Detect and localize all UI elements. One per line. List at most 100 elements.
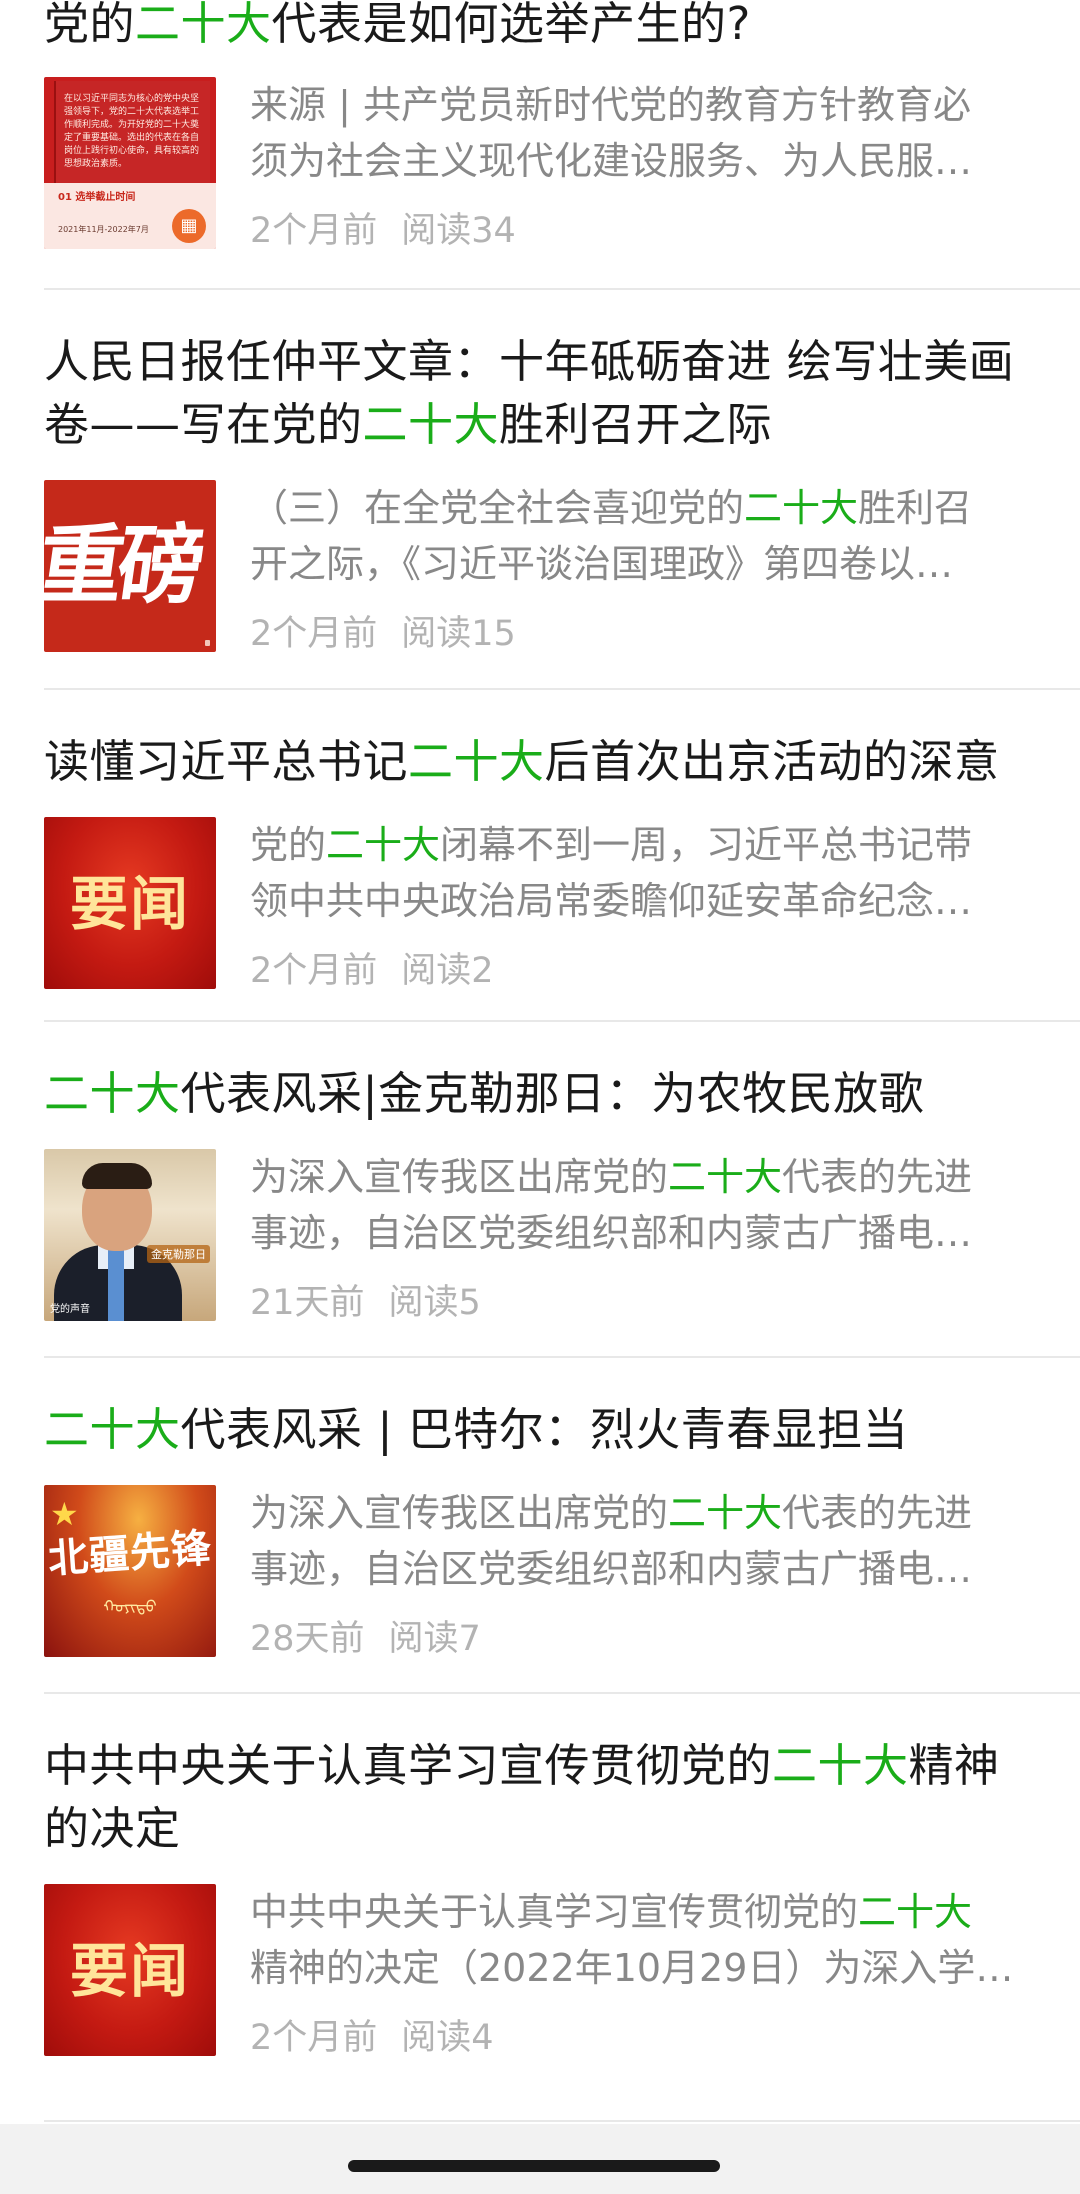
party-emblem-icon: ★ <box>50 1495 79 1533</box>
digest-line: 党的二十大闭幕不到一周，习近平总书记带 <box>250 817 1050 873</box>
article-thumbnail[interactable]: 重磅 <box>44 480 216 652</box>
digest-line: 须为社会主义现代化建设服务、为人民服… <box>250 133 1050 189</box>
article-summary-row: 在以习近平同志为核心的党中央坚强领导下，党的二十大代表选举工作顺利完成。为开好党… <box>44 77 1080 253</box>
article-title[interactable]: 二十大代表风采|金克勒那日：为农牧民放歌 <box>44 1062 1080 1125</box>
digest-line: 中共中央关于认真学习宣传贯彻党的二十大 <box>250 1884 1050 1940</box>
thumbnail-headline: 要闻 <box>69 1937 190 2005</box>
highlighted-keyword: 二十大 <box>668 1155 783 1199</box>
highlighted-keyword: 二十大 <box>858 1890 973 1934</box>
article-digest: （三）在全党全社会喜迎党的二十大胜利召开之际，《习近平谈治国理政》第四卷以… <box>250 480 1050 592</box>
read-count: 阅读7 <box>388 1619 481 1659</box>
article-stats: 21天前 阅读5 <box>250 1281 1050 1325</box>
text-segment: 胜利召开之际 <box>499 398 773 451</box>
article-stats: 2个月前 阅读15 <box>250 612 1050 656</box>
text-segment: 党的 <box>44 0 136 50</box>
article-meta: 中共中央关于认真学习宣传贯彻党的二十大精神的决定（2022年10月29日）为深入… <box>250 1884 1050 2060</box>
article-summary-row: 重磅 （三）在全党全社会喜迎党的二十大胜利召开之际，《习近平谈治国理政》第四卷以…… <box>44 480 1080 656</box>
article-title[interactable]: 读懂习近平总书记二十大后首次出京活动的深意 <box>44 730 1080 793</box>
highlighted-keyword: 二十大 <box>135 0 272 50</box>
thumbnail-headline: 北疆先锋 <box>46 1524 214 1583</box>
thumbnail-body-text: 在以习近平同志为核心的党中央坚强领导下，党的二十大代表选举工作顺利完成。为开好党… <box>64 94 200 169</box>
article-meta: 来源 | 共产党员新时代党的教育方针教育必 须为社会主义现代化建设服务、为人民服…… <box>250 77 1050 253</box>
highlighted-keyword: 二十大 <box>362 398 500 451</box>
read-count: 阅读4 <box>401 2018 494 2058</box>
text-segment: （三）在全党全社会喜迎党的 <box>250 486 745 530</box>
article-digest: 为深入宣传我区出席党的二十大代表的先进事迹，自治区党委组织部和内蒙古广播电… <box>250 1485 1050 1597</box>
article-summary-row: 金克勒那日 党的声音 为深入宣传我区出席党的二十大代表的先进事迹，自治区党委组织部和… <box>44 1149 1080 1325</box>
highlighted-keyword: 二十大 <box>744 486 859 530</box>
article-item[interactable]: 二十大代表风采|金克勒那日：为农牧民放歌 金克勒那日 党的声音 为深入宣传我区出席党的… <box>44 1022 1080 1358</box>
article-title[interactable]: 中共中央关于认真学习宣传贯彻党的二十大精神的决定 <box>44 1734 1080 1860</box>
article-title[interactable]: 党的二十大代表是如何选举产生的? <box>44 0 1080 55</box>
text-segment: 代表风采 | 巴特尔：烈火青春显担当 <box>180 1403 909 1456</box>
read-count: 阅读5 <box>388 1283 481 1323</box>
home-indicator[interactable] <box>348 2160 720 2172</box>
digest-line: （三）在全党全社会喜迎党的二十大胜利召 <box>250 480 1050 536</box>
highlighted-keyword: 二十大 <box>408 735 545 788</box>
text-segment: 代表的先进 <box>782 1155 973 1199</box>
text-segment: 代表的先进 <box>782 1491 973 1535</box>
text-segment: 为深入宣传我区出席党的 <box>250 1491 669 1535</box>
digest-line: 精神的决定（2022年10月29日）为深入学… <box>250 1940 1050 1996</box>
highlighted-keyword: 二十大 <box>326 823 441 867</box>
article-item[interactable]: 党的二十大代表是如何选举产生的? 在以习近平同志为核心的党中央坚强领导下，党的二十… <box>44 0 1080 290</box>
highlighted-keyword: 二十大 <box>772 1739 909 1792</box>
publish-time: 2个月前 <box>250 951 378 991</box>
article-meta: （三）在全党全社会喜迎党的二十大胜利召开之际，《习近平谈治国理政》第四卷以… 2个… <box>250 480 1050 656</box>
article-item[interactable]: 中共中央关于认真学习宣传贯彻党的二十大精神的决定 要闻 中共中央关于认真学习宣传贯彻… <box>44 1694 1080 2122</box>
text-segment: 党的 <box>250 823 327 867</box>
text-segment: 开之际，《习近平谈治国理政》第四卷以… <box>250 542 954 586</box>
text-segment: 胜利召 <box>858 486 973 530</box>
system-navigation-area <box>0 2124 1080 2194</box>
caption-subtitle: 党的声音 <box>50 1304 90 1315</box>
article-digest: 来源 | 共产党员新时代党的教育方针教育必 须为社会主义现代化建设服务、为人民服… <box>250 77 1050 189</box>
read-count: 阅读15 <box>401 614 516 654</box>
article-stats: 2个月前 阅读4 <box>250 2016 1050 2060</box>
text-segment: 须为社会主义现代化建设服务、为人民服… <box>250 139 973 183</box>
article-meta: 为深入宣传我区出席党的二十大代表的先进事迹，自治区党委组织部和内蒙古广播电… 28… <box>250 1485 1050 1661</box>
article-thumbnail[interactable]: 要闻 <box>44 817 216 989</box>
article-thumbnail[interactable]: ★ 北疆先锋 ᠬᠣᠶᠢᠳᠤ <box>44 1485 216 1657</box>
thumbnail-headline: 重磅 <box>44 515 206 616</box>
digest-line: 事迹，自治区党委组织部和内蒙古广播电… <box>250 1205 1050 1261</box>
article-digest: 为深入宣传我区出席党的二十大代表的先进事迹，自治区党委组织部和内蒙古广播电… <box>250 1149 1050 1261</box>
person-tie <box>108 1249 124 1321</box>
text-segment: 精神的决定（2022年10月29日）为深入学… <box>250 1946 1014 1990</box>
text-segment: 来源 | 共产党员新时代党的教育方针教育必 <box>250 83 971 127</box>
read-count: 阅读2 <box>401 951 494 991</box>
text-segment: 后首次出京活动的深意 <box>544 735 1000 788</box>
digest-line: 开之际，《习近平谈治国理政》第四卷以… <box>250 536 1050 592</box>
article-title[interactable]: 人民日报任仲平文章：十年砥砺奋进 绘写壮美画卷——写在党的二十大胜利召开之际 <box>44 330 1080 456</box>
text-segment: 读懂习近平总书记 <box>44 735 409 788</box>
article-meta: 党的二十大闭幕不到一周，习近平总书记带领中共中央政治局常委瞻仰延安革命纪念… 2个… <box>250 817 1050 993</box>
text-segment: 事迹，自治区党委组织部和内蒙古广播电… <box>250 1547 973 1591</box>
article-thumbnail[interactable]: 在以习近平同志为核心的党中央坚强领导下，党的二十大代表选举工作顺利完成。为开好党… <box>44 77 216 249</box>
text-segment: 事迹，自治区党委组织部和内蒙古广播电… <box>250 1211 973 1255</box>
article-digest: 党的二十大闭幕不到一周，习近平总书记带领中共中央政治局常委瞻仰延安革命纪念… <box>250 817 1050 929</box>
digest-line: 来源 | 共产党员新时代党的教育方针教育必 <box>250 77 1050 133</box>
publish-time: 21天前 <box>250 1283 365 1323</box>
article-stats: 2个月前 阅读34 <box>250 209 1050 253</box>
article-thumbnail[interactable]: 金克勒那日 党的声音 <box>44 1149 216 1321</box>
article-item[interactable]: 读懂习近平总书记二十大后首次出京活动的深意 要闻 党的二十大闭幕不到一周，习近平总书… <box>44 690 1080 1022</box>
publish-time: 2个月前 <box>250 614 378 654</box>
text-segment: 领中共中央政治局常委瞻仰延安革命纪念… <box>250 879 973 923</box>
article-thumbnail[interactable]: 要闻 <box>44 1884 216 2056</box>
highlighted-keyword: 二十大 <box>668 1491 783 1535</box>
article-stats: 28天前 阅读7 <box>250 1617 1050 1661</box>
publish-time: 28天前 <box>250 1619 365 1659</box>
calendar-icon: ▦ <box>172 209 206 243</box>
thumbnail-label: 01 选举截止时间 <box>58 192 136 203</box>
digest-line: 为深入宣传我区出席党的二十大代表的先进 <box>250 1149 1050 1205</box>
thumbnail-headline: 要闻 <box>69 870 190 938</box>
text-segment: 闭幕不到一周，习近平总书记带 <box>440 823 973 867</box>
text-segment: 代表是如何选举产生的? <box>271 0 751 50</box>
text-segment: 中共中央关于认真学习宣传贯彻党的 <box>250 1890 859 1934</box>
article-meta: 为深入宣传我区出席党的二十大代表的先进事迹，自治区党委组织部和内蒙古广播电… 21… <box>250 1149 1050 1325</box>
article-list: 党的二十大代表是如何选举产生的? 在以习近平同志为核心的党中央坚强领导下，党的二十… <box>0 0 1080 2122</box>
digest-line: 事迹，自治区党委组织部和内蒙古广播电… <box>250 1541 1050 1597</box>
article-title[interactable]: 二十大代表风采 | 巴特尔：烈火青春显担当 <box>44 1398 1080 1461</box>
text-segment: 代表风采|金克勒那日：为农牧民放歌 <box>180 1067 925 1120</box>
article-item[interactable]: 人民日报任仲平文章：十年砥砺奋进 绘写壮美画卷——写在党的二十大胜利召开之际重磅… <box>44 290 1080 690</box>
article-item[interactable]: 二十大代表风采 | 巴特尔：烈火青春显担当 ★ 北疆先锋 ᠬᠣᠶᠢᠳᠤ 为深入宣传我区出… <box>44 1358 1080 1694</box>
